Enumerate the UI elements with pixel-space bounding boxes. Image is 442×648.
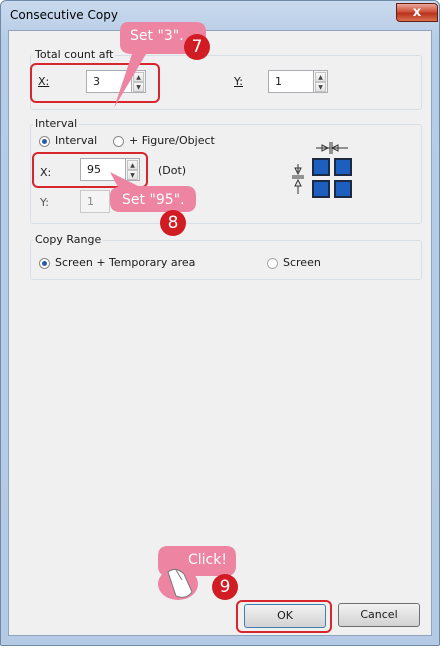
figure-object-radio-label[interactable]: + Figure/Object: [129, 134, 215, 147]
window-title: Consecutive Copy: [10, 8, 118, 22]
step8-callout: Set "95". 8: [100, 170, 210, 240]
grid-cell: [312, 158, 330, 176]
spin-up-icon[interactable]: ▲: [315, 72, 326, 82]
interval-y-label: Y:: [40, 196, 49, 209]
figure-object-radio[interactable]: [113, 136, 124, 147]
screen-radio[interactable]: [267, 258, 278, 269]
interval-grid-icon: [290, 140, 356, 206]
step8-number-badge: 8: [160, 210, 186, 236]
step9-number-badge: 9: [212, 574, 238, 600]
title-bar: Consecutive Copy x: [0, 0, 440, 30]
mouse-icon: [168, 574, 169, 575]
screen-temp-radio-label[interactable]: Screen + Temporary area: [55, 256, 195, 269]
grid-cell: [312, 180, 330, 198]
step7-number-badge: 7: [184, 34, 210, 60]
close-button[interactable]: x: [396, 3, 438, 22]
total-y-label: Y:: [234, 75, 243, 88]
step7-text: Set "3".: [130, 28, 184, 44]
interval-radio[interactable]: [39, 136, 50, 147]
step7-callout: Set "3". 7: [106, 18, 216, 112]
step9-callout: Click! 9: [148, 540, 244, 606]
interval-radio-label[interactable]: Interval: [55, 134, 97, 147]
cancel-button[interactable]: Cancel: [338, 603, 420, 627]
total-count-legend: Total count aft: [33, 48, 116, 61]
interval-legend: Interval: [33, 117, 80, 130]
screen-temp-radio[interactable]: [39, 258, 50, 269]
step8-text: Set "95".: [122, 192, 185, 208]
grid-cell: [334, 158, 352, 176]
step9-text: Click!: [188, 552, 227, 568]
ok-button[interactable]: OK: [244, 604, 326, 628]
total-y-spinner[interactable]: ▲ ▼: [314, 70, 328, 93]
total-y-input[interactable]: 1: [268, 70, 314, 93]
grid-cell: [334, 180, 352, 198]
screen-radio-label[interactable]: Screen: [283, 256, 321, 269]
spin-down-icon[interactable]: ▼: [315, 82, 326, 92]
copy-range-legend: Copy Range: [33, 233, 104, 246]
